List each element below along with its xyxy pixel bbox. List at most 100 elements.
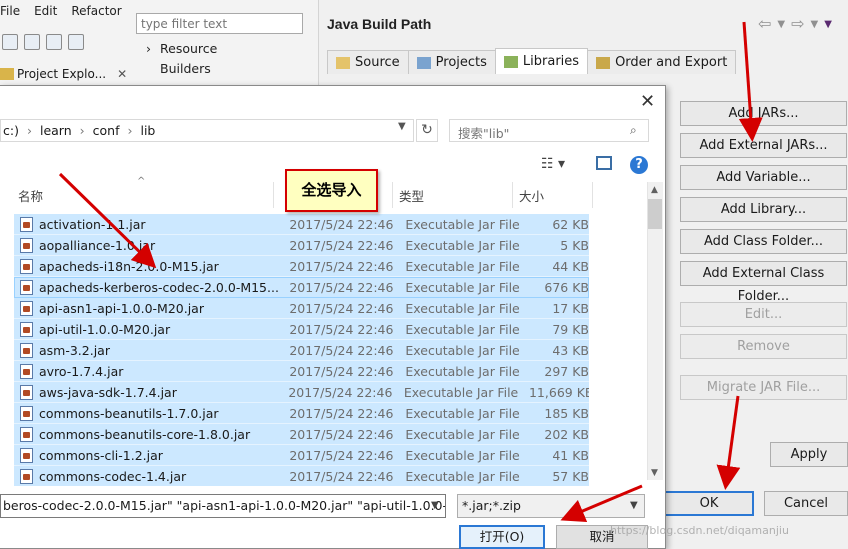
chevron-down-icon[interactable]: ▼: [398, 121, 406, 132]
new-icon[interactable]: [2, 34, 18, 50]
tree-item-builders[interactable]: Builders: [160, 61, 211, 76]
file-type: Executable Jar File: [405, 258, 520, 274]
file-size: 5 KB: [560, 237, 589, 253]
table-row[interactable]: commons-beanutils-core-1.8.0.jar 2017/5/2…: [14, 424, 589, 445]
file-size: 57 KB: [552, 468, 589, 484]
chevron-down-icon[interactable]: ▼: [431, 500, 439, 511]
source-folder-icon: [336, 56, 350, 69]
forward-dropdown-icon[interactable]: ▼: [811, 14, 819, 36]
filename-input[interactable]: beros-codec-2.0.0-M15.jar" "api-asn1-api…: [0, 494, 446, 518]
address-bar[interactable]: c:) › learn › conf › lib: [0, 119, 414, 142]
breadcrumb-conf[interactable]: conf: [93, 123, 120, 138]
table-row[interactable]: commons-cli-1.2.jar 2017/5/24 22:46 Execut…: [14, 445, 589, 466]
breadcrumb-learn[interactable]: learn: [40, 123, 72, 138]
file-list: activation-1.1.jar 2017/5/24 22:46 Executa…: [14, 214, 589, 486]
column-header-size[interactable]: 大小: [519, 186, 544, 205]
nav-arrows: ⇦ ▼ ⇨ ▼ ▼: [758, 14, 832, 36]
close-icon[interactable]: ✕: [640, 91, 655, 112]
jar-file-icon: [20, 468, 33, 484]
jar-file-icon: [20, 384, 33, 400]
filter-input[interactable]: [136, 13, 303, 34]
table-row[interactable]: apacheds-i18n-2.0.0-M15.jar 2017/5/24 22:…: [14, 256, 589, 277]
file-date: 2017/5/24 22:46: [289, 447, 394, 463]
view-options-icon[interactable]: ☷ ▾: [541, 156, 565, 172]
table-row[interactable]: api-asn1-api-1.0.0-M20.jar 2017/5/24 22:4…: [14, 298, 589, 319]
add-external-class-folder-button[interactable]: Add External Class Folder...: [680, 261, 847, 304]
file-size: 79 KB: [552, 321, 589, 337]
scroll-down-icon[interactable]: ▼: [651, 468, 658, 478]
menu-file[interactable]: File: [0, 4, 20, 22]
add-class-folder-button[interactable]: Add Class Folder...: [680, 229, 847, 254]
table-row[interactable]: asm-3.2.jar 2017/5/24 22:46 Executable Jar…: [14, 340, 589, 361]
save-all-icon[interactable]: [46, 34, 62, 50]
menu-refactor[interactable]: Refactor: [71, 4, 121, 22]
file-name: activation-1.1.jar: [39, 216, 146, 232]
table-row[interactable]: apacheds-kerberos-codec-2.0.0-M15... 2017…: [14, 277, 589, 298]
tab-libraries-label: Libraries: [522, 54, 580, 69]
annotation-callout: 全选导入: [285, 169, 378, 212]
column-separator[interactable]: [273, 182, 274, 208]
cancel-button[interactable]: Cancel: [764, 491, 848, 516]
ok-button[interactable]: OK: [664, 491, 754, 516]
back-dropdown-icon[interactable]: ▼: [777, 14, 785, 36]
preview-pane-icon[interactable]: [596, 156, 612, 170]
save-icon[interactable]: [24, 34, 40, 50]
breadcrumb-lib[interactable]: lib: [140, 123, 155, 138]
open-button[interactable]: 打开(O): [459, 525, 545, 549]
print-icon[interactable]: [68, 34, 84, 50]
breadcrumb-root[interactable]: c:): [3, 123, 19, 138]
migrate-jar-button[interactable]: Migrate JAR File...: [680, 375, 847, 400]
scroll-up-icon[interactable]: ▲: [651, 185, 658, 195]
scrollbar-thumb[interactable]: [648, 199, 662, 229]
search-input[interactable]: 搜索"lib": [449, 119, 649, 142]
file-date: 2017/5/24 22:46: [289, 237, 394, 253]
forward-arrow-icon[interactable]: ⇨: [791, 14, 804, 36]
tab-source[interactable]: Source: [327, 50, 409, 74]
menu-edit[interactable]: Edit: [34, 4, 57, 22]
view-menu-icon[interactable]: ▼: [824, 14, 832, 36]
tree-item-resource[interactable]: Resource: [160, 41, 217, 56]
file-size: 676 KB: [544, 279, 589, 295]
file-size: 202 KB: [544, 426, 589, 442]
file-name: aws-java-sdk-1.7.4.jar: [39, 384, 177, 400]
project-explorer-tab[interactable]: Project Explo... ✕: [0, 64, 132, 84]
close-icon[interactable]: ✕: [117, 67, 127, 81]
table-row[interactable]: avro-1.7.4.jar 2017/5/24 22:46 Executable …: [14, 361, 589, 382]
breadcrumb-sep-icon: ›: [26, 123, 32, 138]
table-row[interactable]: aopalliance-1.0.jar 2017/5/24 22:46 Execut…: [14, 235, 589, 256]
table-row[interactable]: commons-beanutils-1.7.0.jar 2017/5/24 22:…: [14, 403, 589, 424]
remove-button[interactable]: Remove: [680, 334, 847, 359]
tab-projects[interactable]: Projects: [407, 50, 496, 74]
tab-order-export[interactable]: Order and Export: [587, 50, 737, 74]
back-arrow-icon[interactable]: ⇦: [758, 14, 771, 36]
jar-file-icon: [20, 426, 33, 442]
apply-button[interactable]: Apply: [770, 442, 848, 467]
table-row[interactable]: activation-1.1.jar 2017/5/24 22:46 Executa…: [14, 214, 589, 235]
edit-button[interactable]: Edit...: [680, 302, 847, 327]
tab-source-label: Source: [355, 55, 400, 70]
help-icon[interactable]: ?: [630, 156, 648, 174]
file-type: Executable Jar File: [405, 279, 520, 295]
table-row[interactable]: commons-codec-1.4.jar 2017/5/24 22:46 Exec…: [14, 466, 589, 486]
refresh-icon[interactable]: ↻: [416, 119, 438, 142]
column-header-type[interactable]: 类型: [399, 186, 424, 205]
tab-projects-label: Projects: [435, 55, 487, 70]
add-library-button[interactable]: Add Library...: [680, 197, 847, 222]
chevron-down-icon[interactable]: ▼: [630, 500, 638, 511]
file-name: api-asn1-api-1.0.0-M20.jar: [39, 300, 204, 316]
table-row[interactable]: aws-java-sdk-1.7.4.jar 2017/5/24 22:46 Exe…: [14, 382, 589, 403]
tree-chevron-icon[interactable]: ›: [146, 41, 151, 56]
column-separator[interactable]: [512, 182, 513, 208]
file-type: Executable Jar File: [405, 300, 520, 316]
table-row[interactable]: api-util-1.0.0-M20.jar 2017/5/24 22:46 Exe…: [14, 319, 589, 340]
column-separator[interactable]: [592, 182, 593, 208]
column-separator[interactable]: [392, 182, 393, 208]
jar-file-icon: [20, 321, 33, 337]
column-header-name[interactable]: 名称: [18, 186, 43, 205]
tab-libraries[interactable]: Libraries: [494, 48, 589, 74]
add-jars-button[interactable]: Add JARs...: [680, 101, 847, 126]
file-type-select[interactable]: *.jar;*.zip: [457, 494, 645, 518]
add-external-jars-button[interactable]: Add External JARs...: [680, 133, 847, 158]
file-date: 2017/5/24 22:46: [289, 258, 394, 274]
add-variable-button[interactable]: Add Variable...: [680, 165, 847, 190]
